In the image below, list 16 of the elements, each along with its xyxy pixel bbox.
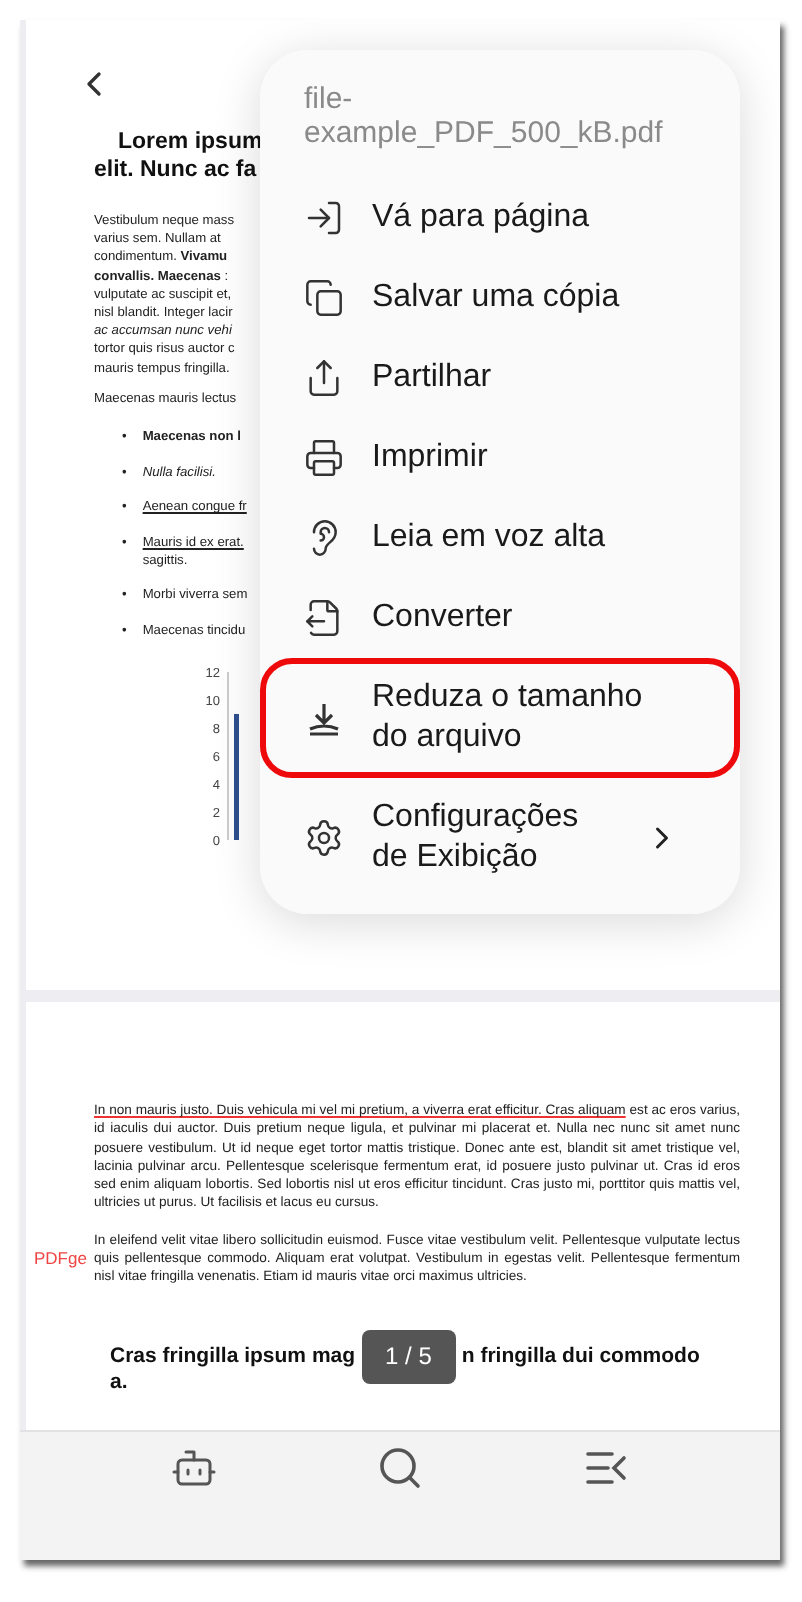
- heading-text: n fringilla dui commodo: [461, 1343, 700, 1370]
- menu-item[interactable]: Salvar uma cópia: [260, 258, 740, 338]
- heading-text: elit. Nunc ac fa: [94, 156, 257, 184]
- menu-item[interactable]: Configurações de Exibição: [260, 778, 740, 898]
- stamp-text: PDFge: [34, 1248, 87, 1268]
- heading-text: Cras fringilla ipsum mag: [110, 1343, 356, 1370]
- menu-item[interactable]: Leia em voz alta: [260, 498, 740, 578]
- menu-item[interactable]: Vá para página: [260, 178, 740, 258]
- menu-item[interactable]: Reduza o tamanho do arquivo: [260, 658, 740, 778]
- file-name: file-example_PDF_500_kB.pdf: [302, 82, 665, 154]
- menu-item[interactable]: Imprimir: [260, 418, 740, 498]
- menu-item[interactable]: Partilhar: [260, 338, 740, 418]
- heading-text: a.: [110, 1369, 128, 1396]
- page-indicator: 1 / 5: [361, 1329, 456, 1384]
- heading-text: Lorem ipsum: [118, 128, 263, 156]
- menu-item[interactable]: Converter: [260, 578, 740, 658]
